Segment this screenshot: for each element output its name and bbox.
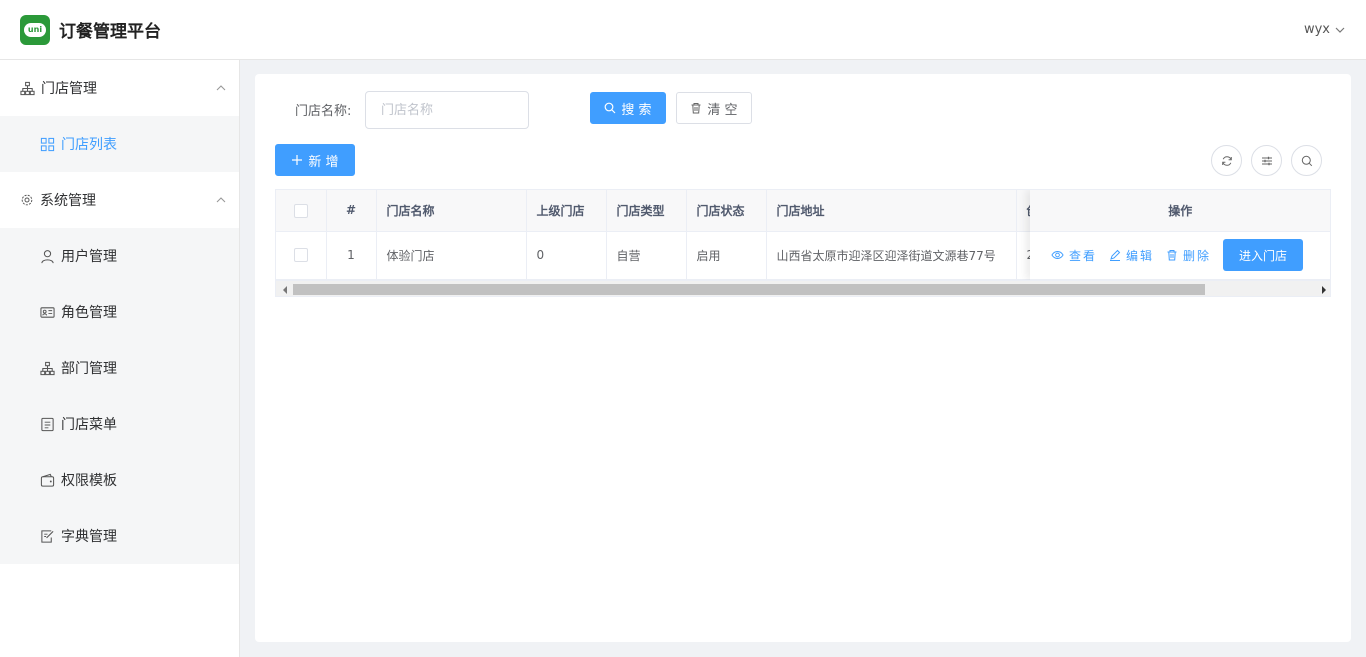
cell-status: 启用 — [686, 231, 767, 280]
add-button[interactable]: 新 增 — [275, 144, 355, 176]
cell-parent: 0 — [526, 231, 607, 280]
caret-left-icon — [282, 285, 287, 294]
trash-icon — [691, 103, 701, 114]
view-link-label: 查看 — [1069, 248, 1098, 263]
delete-link-label: 删除 — [1183, 248, 1212, 263]
search-form: 门店名称: 搜 索 清 空 — [255, 91, 1351, 129]
sliders-icon — [1261, 156, 1272, 165]
column-header-address: 门店地址 — [766, 190, 1017, 232]
search-button-label: 搜 索 — [621, 102, 652, 118]
grid-icon — [40, 137, 55, 151]
view-link[interactable]: 查看 — [1051, 247, 1097, 264]
sidebar-item-label: 部门管理 — [61, 361, 117, 377]
menu-group-label: 系统管理 — [40, 193, 96, 209]
refresh-icon — [1221, 155, 1232, 166]
sidebar-empty-area — [0, 564, 239, 657]
user-icon — [41, 249, 54, 263]
gear-icon — [21, 194, 33, 206]
store-table: # 门店名称 上级门店 门店类型 门店状态 门店地址 创 1 体验门店 0 自营… — [275, 189, 1331, 297]
edit-link[interactable]: 编辑 — [1109, 247, 1154, 264]
scroll-right-arrow[interactable] — [1315, 281, 1330, 296]
delete-link[interactable]: 删除 — [1166, 247, 1211, 264]
sidebar-item-label: 用户管理 — [61, 249, 117, 265]
fixed-operations-column: 操作 查看 编辑 删除 进入门店 — [1030, 190, 1330, 280]
top-header: uni 订餐管理平台 wyx — [0, 0, 1366, 60]
sidebar-item-store-list[interactable]: 门店列表 — [0, 116, 239, 172]
search-button[interactable]: 搜 索 — [590, 92, 666, 124]
sidebar-item-label: 字典管理 — [61, 529, 117, 545]
main-content: 门店名称: 搜 索 清 空 新 增 # — [255, 74, 1351, 642]
row-checkbox[interactable] — [293, 248, 308, 263]
add-button-label: 新 增 — [308, 154, 339, 170]
menu-group-label: 门店管理 — [41, 81, 97, 97]
sidebar-item-permission-templates[interactable]: 权限模板 — [0, 452, 239, 508]
chevron-down-icon — [1335, 27, 1345, 33]
chevron-up-icon — [216, 85, 226, 91]
clear-button-label: 清 空 — [707, 102, 738, 118]
cell-type: 自营 — [606, 231, 687, 280]
sidebar-item-roles[interactable]: 角色管理 — [0, 284, 239, 340]
chevron-up-icon — [216, 197, 226, 203]
column-header-name: 门店名称 — [376, 190, 527, 232]
sidebar-item-label: 门店列表 — [61, 137, 117, 153]
org-tree-icon — [20, 81, 35, 95]
app-title: 订餐管理平台 — [59, 22, 161, 42]
clear-button[interactable]: 清 空 — [676, 92, 752, 124]
caret-right-icon — [1321, 285, 1326, 294]
cell-index: 1 — [326, 231, 377, 280]
edit-link-label: 编辑 — [1126, 248, 1155, 263]
sidebar-item-users[interactable]: 用户管理 — [0, 228, 239, 284]
column-settings-button[interactable] — [1251, 145, 1282, 176]
logo-text: uni — [27, 24, 43, 34]
wallet-icon — [40, 473, 55, 487]
store-name-input[interactable] — [365, 91, 529, 129]
column-header-index: # — [326, 190, 377, 232]
edit-document-icon — [41, 529, 54, 543]
user-name: wyx — [1303, 22, 1330, 37]
sidebar-item-dictionary[interactable]: 字典管理 — [0, 508, 239, 564]
select-all-checkbox[interactable] — [293, 203, 308, 218]
brand: uni 订餐管理平台 — [20, 14, 161, 45]
refresh-button[interactable] — [1211, 145, 1242, 176]
sidebar-item-label: 角色管理 — [61, 305, 117, 321]
edit-icon — [1110, 249, 1121, 261]
store-name-label: 门店名称: — [295, 104, 352, 119]
column-header-parent: 上级门店 — [526, 190, 607, 232]
menu-group-system[interactable]: 系统管理 — [0, 172, 239, 228]
enter-store-button[interactable]: 进入门店 — [1223, 239, 1304, 271]
toggle-search-button[interactable] — [1291, 145, 1322, 176]
search-icon — [1301, 155, 1312, 166]
sidebar: 门店管理 门店列表 系统管理 用户管理 角色管理 部门管理 门店菜单 权限模板 … — [0, 60, 240, 657]
trash-icon — [1167, 250, 1177, 261]
plus-icon — [292, 155, 303, 165]
id-card-icon — [40, 306, 55, 318]
eye-icon — [1051, 251, 1064, 259]
cell-address: 山西省太原市迎泽区迎泽街道文源巷77号 — [766, 231, 1017, 280]
scroll-thumb[interactable] — [293, 284, 1205, 295]
cell-name: 体验门店 — [376, 231, 527, 280]
sidebar-item-store-menu[interactable]: 门店菜单 — [0, 396, 239, 452]
user-menu[interactable]: wyx — [1304, 22, 1346, 37]
column-header-operations: 操作 — [1030, 190, 1330, 232]
ops-cell: 查看 编辑 删除 进入门店 — [1030, 231, 1330, 280]
column-header-status: 门店状态 — [686, 190, 767, 232]
sidebar-item-departments[interactable]: 部门管理 — [0, 340, 239, 396]
scroll-left-arrow[interactable] — [276, 281, 293, 296]
row-select-cell — [276, 231, 327, 280]
sidebar-item-label: 权限模板 — [61, 473, 117, 489]
search-icon — [605, 102, 616, 114]
app-logo: uni — [20, 14, 50, 45]
select-all-cell — [276, 190, 327, 232]
document-list-icon — [41, 417, 54, 431]
column-header-type: 门店类型 — [606, 190, 687, 232]
menu-group-store[interactable]: 门店管理 — [0, 60, 239, 116]
horizontal-scrollbar[interactable] — [276, 280, 1330, 296]
logo-cloud-icon: uni — [24, 22, 46, 37]
table-row-ops: 查看 编辑 删除 进入门店 — [1030, 231, 1330, 280]
sidebar-item-label: 门店菜单 — [61, 417, 117, 433]
org-tree-icon — [40, 361, 55, 375]
